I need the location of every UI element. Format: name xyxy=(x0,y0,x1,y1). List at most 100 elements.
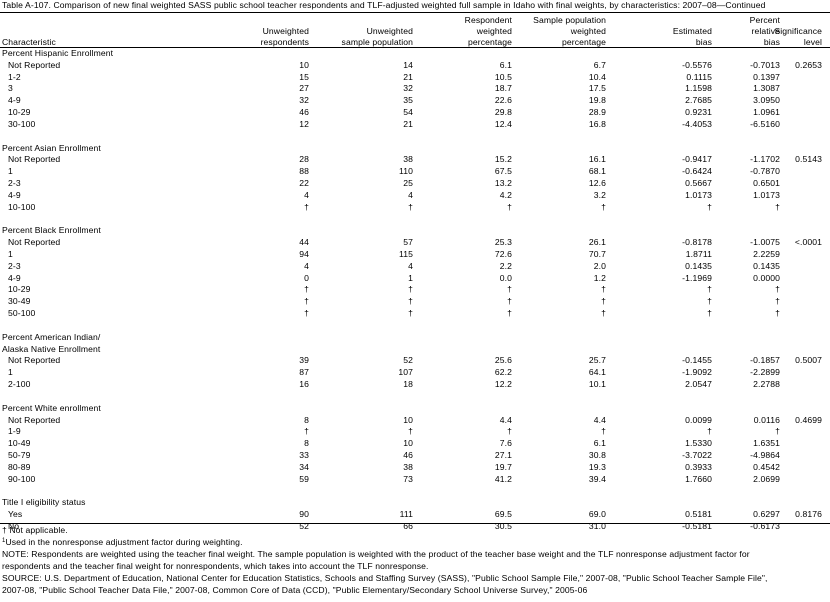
cell-unweighted-respondents: † xyxy=(304,296,309,307)
cell-characteristic: 50-100 xyxy=(8,307,36,318)
cell-estimated-bias: 1.7660 xyxy=(685,473,712,484)
cell-respondent-weighted-pct: † xyxy=(507,307,512,318)
cell-relative-bias: 2.2259 xyxy=(753,248,780,259)
cell-estimated-bias: 1.8711 xyxy=(685,248,712,259)
cell-characteristic: 1 xyxy=(8,248,13,259)
section-heading: Title I eligibility status xyxy=(2,497,86,508)
cell-unweighted-respondents: 39 xyxy=(299,355,309,366)
cell-sample-weighted-pct: † xyxy=(601,201,606,212)
cell-respondent-weighted-pct: † xyxy=(507,284,512,295)
cell-relative-bias: -0.7870 xyxy=(750,166,780,177)
cell-sample-weighted-pct: 26.1 xyxy=(588,237,606,248)
cell-sample-weighted-pct: 3.2 xyxy=(593,189,606,200)
header-estimated-bias: Estimated bias xyxy=(672,26,712,47)
source-line-1: SOURCE: U.S. Department of Education, Na… xyxy=(2,572,768,583)
cell-sample-weighted-pct: 10.1 xyxy=(588,378,606,389)
cell-relative-bias: 0.6297 xyxy=(753,509,780,520)
cell-sample-weighted-pct: † xyxy=(601,296,606,307)
table-row: 2-100 16 18 12.2 10.1 2.0547 2.2788 xyxy=(0,379,830,391)
cell-unweighted-respondents: 44 xyxy=(299,237,309,248)
cell-unweighted-sample: 38 xyxy=(403,154,413,165)
cell-estimated-bias: 0.0099 xyxy=(685,414,712,425)
table-row: 30-100 12 21 12.4 16.8 -4.4053 -6.5160 xyxy=(0,119,830,131)
cell-characteristic: 2-3 xyxy=(8,260,21,271)
table-row: 2-3 22 25 13.2 12.6 0.5667 0.6501 xyxy=(0,178,830,190)
table-row: 4-9 0 1 0.0 1.2 -1.1969 0.0000 xyxy=(0,273,830,285)
section-heading-row: Percent Asian Enrollment xyxy=(0,143,830,155)
section-heading-row: Alaska Native Enrollment xyxy=(0,344,830,356)
cell-sample-weighted-pct: 6.7 xyxy=(593,59,606,70)
cell-estimated-bias: 0.5667 xyxy=(685,177,712,188)
cell-estimated-bias: -3.7022 xyxy=(682,449,712,460)
cell-sample-weighted-pct: 19.8 xyxy=(588,95,606,106)
cell-estimated-bias: -0.1455 xyxy=(682,355,712,366)
cell-sample-weighted-pct: 6.1 xyxy=(593,438,606,449)
cell-estimated-bias: 1.1598 xyxy=(685,83,712,94)
header-unweighted-sample: Unweighted sample population xyxy=(341,26,413,47)
source-line-2: 2007-08, "Public School Teacher Data Fil… xyxy=(2,584,588,595)
table-row: 4-9 4 4 4.2 3.2 1.0173 1.0173 xyxy=(0,190,830,202)
cell-respondent-weighted-pct: 72.6 xyxy=(494,248,512,259)
header-respondent-weighted: Respondent weighted percentage xyxy=(464,15,512,47)
cell-unweighted-sample: 107 xyxy=(398,367,413,378)
section-heading: Percent Black Enrollment xyxy=(2,225,101,236)
cell-unweighted-respondents: 4 xyxy=(304,189,309,200)
table-body: Percent Hispanic Enrollment Not Reported 1… xyxy=(0,48,830,533)
cell-unweighted-respondents: 88 xyxy=(299,166,309,177)
table-row: 4-9 32 35 22.6 19.8 2.7685 3.0950 xyxy=(0,95,830,107)
cell-unweighted-sample: 73 xyxy=(403,473,413,484)
cell-characteristic: Not Reported xyxy=(8,237,61,248)
cell-characteristic: 1-2 xyxy=(8,71,21,82)
table-row: Not Reported 10 14 6.1 6.7 -0.5576 -0.7013 0.26… xyxy=(0,60,830,72)
cell-estimated-bias: 0.5181 xyxy=(685,509,712,520)
cell-significance: 0.5143 xyxy=(795,154,822,165)
cell-unweighted-sample: 54 xyxy=(403,106,413,117)
cell-sample-weighted-pct: 64.1 xyxy=(588,367,606,378)
cell-sample-weighted-pct: 16.8 xyxy=(588,118,606,129)
cell-characteristic: 4-9 xyxy=(8,95,21,106)
cell-estimated-bias: -0.5576 xyxy=(682,59,712,70)
cell-significance: 0.2653 xyxy=(795,59,822,70)
cell-estimated-bias: 1.5330 xyxy=(685,438,712,449)
table-row: 1-2 15 21 10.5 10.4 0.1115 0.1397 xyxy=(0,72,830,84)
cell-characteristic: 3 xyxy=(8,83,13,94)
table-row: 50-79 33 46 27.1 30.8 -3.7022 -4.9864 xyxy=(0,450,830,462)
table-row: Not Reported 44 57 25.3 26.1 -0.8178 -1.0075 <.… xyxy=(0,237,830,249)
note-line-1: NOTE: Respondents are weighted using the… xyxy=(2,548,750,559)
table-row: Not Reported 39 52 25.6 25.7 -0.1455 -0.1857 0.… xyxy=(0,355,830,367)
cell-significance: 0.5007 xyxy=(795,355,822,366)
cell-significance: <.0001 xyxy=(794,237,822,248)
cell-characteristic: 10-29 xyxy=(8,284,31,295)
cell-relative-bias: 0.6501 xyxy=(753,177,780,188)
cell-unweighted-respondents: 8 xyxy=(304,414,309,425)
cell-unweighted-respondents: 12 xyxy=(299,118,309,129)
cell-sample-weighted-pct: 2.0 xyxy=(593,260,606,271)
table-row: 1-9 † † † † † † xyxy=(0,426,830,438)
cell-unweighted-sample: † xyxy=(408,307,413,318)
cell-estimated-bias: 2.7685 xyxy=(685,95,712,106)
header-sample-weighted: Sample population weighted percentage xyxy=(533,15,606,47)
cell-sample-weighted-pct: 12.6 xyxy=(588,177,606,188)
cell-respondent-weighted-pct: † xyxy=(507,201,512,212)
cell-unweighted-respondents: 27 xyxy=(299,83,309,94)
header-significance: Significance level xyxy=(774,26,822,47)
table-row: 30-49 † † † † † † xyxy=(0,296,830,308)
cell-relative-bias: † xyxy=(775,307,780,318)
cell-estimated-bias: -4.4053 xyxy=(682,118,712,129)
table-row: Yes 90 111 69.5 69.0 0.5181 0.6297 0.8176 xyxy=(0,509,830,521)
footnote-1-text: Used in the nonresponse adjustment facto… xyxy=(5,536,243,547)
cell-respondent-weighted-pct: † xyxy=(507,426,512,437)
cell-estimated-bias: † xyxy=(707,296,712,307)
cell-estimated-bias: -0.6424 xyxy=(682,166,712,177)
cell-sample-weighted-pct: 4.4 xyxy=(593,414,606,425)
cell-sample-weighted-pct: 68.1 xyxy=(588,166,606,177)
cell-sample-weighted-pct: 39.4 xyxy=(588,473,606,484)
table-row: 10-49 8 10 7.6 6.1 1.5330 1.6351 xyxy=(0,438,830,450)
cell-significance: 0.8176 xyxy=(795,509,822,520)
cell-unweighted-sample: 52 xyxy=(403,355,413,366)
cell-relative-bias: 3.0950 xyxy=(753,95,780,106)
cell-respondent-weighted-pct: 27.1 xyxy=(494,449,512,460)
cell-estimated-bias: 0.3933 xyxy=(685,461,712,472)
cell-sample-weighted-pct: 69.0 xyxy=(588,509,606,520)
